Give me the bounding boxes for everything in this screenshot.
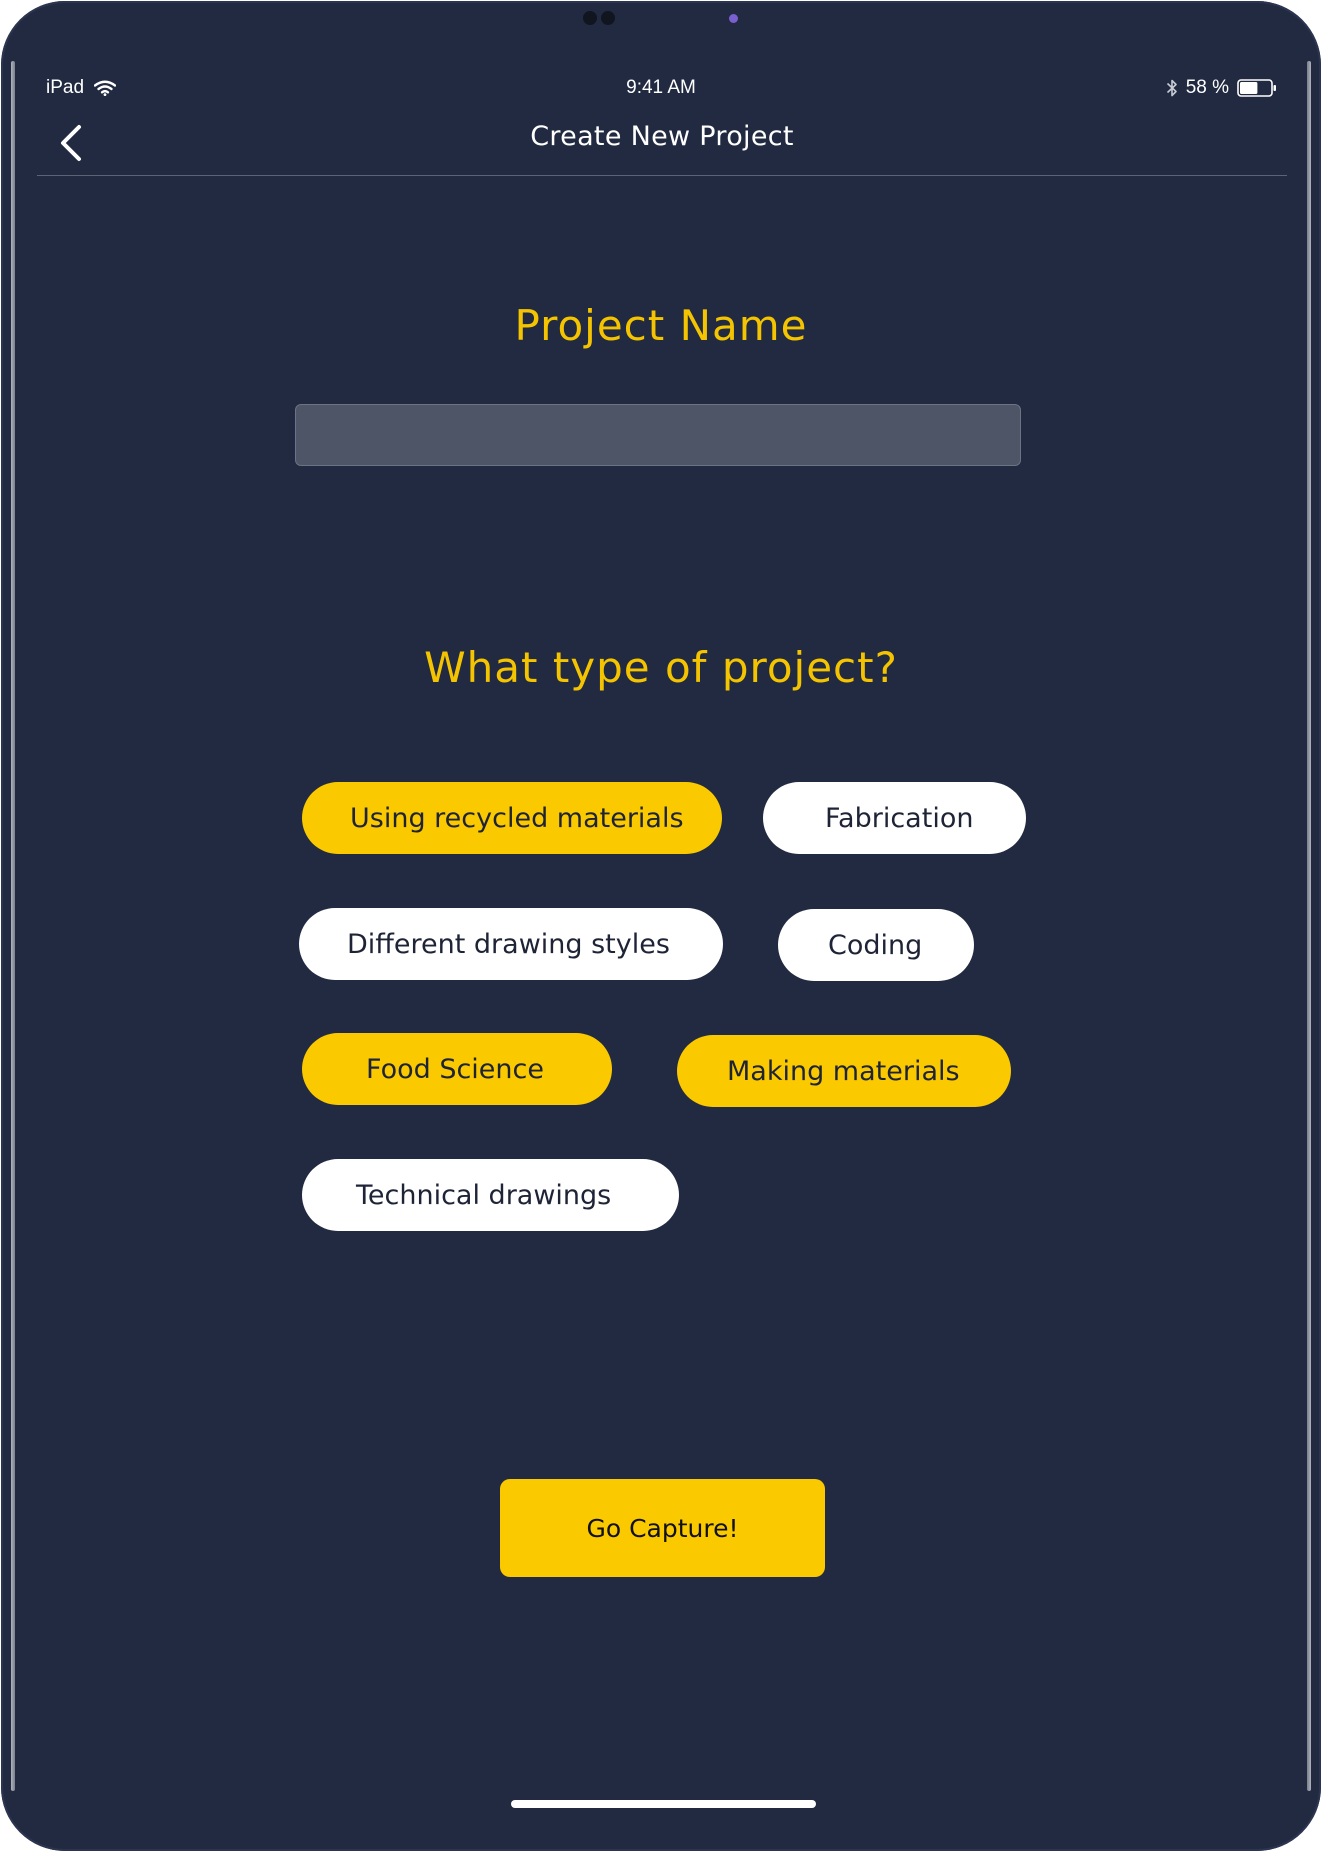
camera-housing <box>583 11 615 25</box>
chip-using-recycled-materials[interactable]: Using recycled materials <box>302 782 722 854</box>
chip-label: Making materials <box>727 1055 960 1087</box>
chip-food-science[interactable]: Food Science <box>302 1033 612 1105</box>
chip-different-drawing-styles[interactable]: Different drawing styles <box>299 908 723 980</box>
chip-label: Food Science <box>366 1053 544 1085</box>
camera-sensor <box>601 11 615 25</box>
go-capture-button[interactable]: Go Capture! <box>500 1479 825 1577</box>
home-indicator[interactable] <box>511 1800 816 1808</box>
project-name-heading: Project Name <box>514 301 808 350</box>
status-time: 9:41 AM <box>626 77 696 98</box>
chip-label: Fabrication <box>825 802 974 834</box>
battery-percent: 58 % <box>1185 77 1229 98</box>
chip-coding[interactable]: Coding <box>778 909 974 981</box>
camera-lens <box>583 11 597 25</box>
chip-fabrication[interactable]: Fabrication <box>763 782 1026 854</box>
battery-icon <box>1237 79 1277 97</box>
chip-label: Different drawing styles <box>347 928 670 960</box>
project-type-heading: What type of project? <box>424 643 898 692</box>
bluetooth-icon <box>1166 78 1178 98</box>
chip-technical-drawings[interactable]: Technical drawings <box>302 1159 679 1231</box>
status-bar: iPad 9:41 AM 58 % <box>1 73 1321 103</box>
chip-label: Using recycled materials <box>350 802 684 834</box>
chip-making-materials[interactable]: Making materials <box>677 1035 1011 1107</box>
chip-label: Technical drawings <box>356 1179 612 1211</box>
go-capture-label: Go Capture! <box>586 1513 739 1543</box>
chip-label: Coding <box>828 929 923 961</box>
screen: iPad 9:41 AM 58 % Create New Project Pro… <box>1 1 1321 1851</box>
project-name-input[interactable] <box>295 404 1021 466</box>
ambient-sensor <box>729 14 738 23</box>
navigation-bar: Create New Project <box>37 113 1287 176</box>
ipad-device: iPad 9:41 AM 58 % Create New Project Pro… <box>0 0 1323 1853</box>
page-title: Create New Project <box>530 121 794 152</box>
status-right: 58 % <box>1166 77 1277 99</box>
